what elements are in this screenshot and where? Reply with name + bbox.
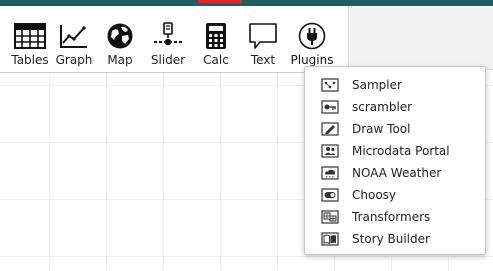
menu-item-noaa-weather[interactable]: NOAA Weather	[305, 162, 485, 184]
calculator-icon	[205, 22, 227, 50]
text-tool-label: Text	[250, 53, 276, 67]
story-builder-icon	[320, 232, 339, 247]
toolshelf-right-area	[350, 6, 493, 70]
plugins-icon	[298, 22, 326, 50]
menu-item-microdata-portal[interactable]: Microdata Portal	[305, 140, 485, 162]
menu-item-label: Story Builder	[352, 232, 430, 246]
menu-item-story-builder[interactable]: Story Builder	[305, 228, 485, 250]
app-top-accent	[198, 0, 242, 3]
map-tool-button[interactable]: Map	[96, 22, 144, 67]
text-icon	[248, 22, 278, 50]
scrambler-icon	[320, 100, 339, 115]
text-tool-button[interactable]: Text	[240, 22, 286, 67]
toolshelf: Tables Graph Map Slider Calc Text Plugin…	[0, 6, 349, 73]
plugins-menu: Sampler scrambler Draw Tool Microdata Po…	[304, 66, 486, 255]
slider-icon	[153, 22, 183, 50]
calc-tool-label: Calc	[203, 53, 229, 67]
graph-tool-button[interactable]: Graph	[52, 22, 96, 67]
calc-tool-button[interactable]: Calc	[192, 22, 240, 67]
tables-tool-button[interactable]: Tables	[8, 22, 52, 67]
menu-item-scrambler[interactable]: scrambler	[305, 96, 485, 118]
menu-item-label: Transformers	[352, 210, 431, 224]
menu-item-draw-tool[interactable]: Draw Tool	[305, 118, 485, 140]
tables-icon	[14, 22, 46, 50]
menu-item-label: Microdata Portal	[352, 144, 450, 158]
plugins-tool-label: Plugins	[290, 53, 334, 67]
menu-item-label: Choosy	[352, 188, 397, 202]
noaa-weather-icon	[320, 166, 339, 181]
tables-tool-label: Tables	[11, 53, 49, 67]
sampler-icon	[320, 78, 339, 93]
menu-item-sampler[interactable]: Sampler	[305, 74, 485, 96]
slider-tool-label: Slider	[150, 53, 186, 67]
microdata-portal-icon	[320, 144, 339, 159]
map-tool-label: Map	[107, 53, 133, 67]
map-icon	[106, 22, 134, 50]
menu-item-transformers[interactable]: Transformers	[305, 206, 485, 228]
menu-item-label: scrambler	[352, 100, 413, 114]
menu-item-label: Sampler	[352, 78, 402, 92]
menu-item-label: NOAA Weather	[352, 166, 442, 180]
plugins-tool-button[interactable]: Plugins	[286, 22, 338, 67]
choosy-icon	[320, 188, 339, 203]
graph-tool-label: Graph	[55, 53, 93, 67]
slider-tool-button[interactable]: Slider	[144, 22, 192, 67]
graph-icon	[59, 22, 89, 50]
menu-item-choosy[interactable]: Choosy	[305, 184, 485, 206]
transformers-icon	[320, 210, 339, 225]
draw-tool-icon	[320, 122, 339, 137]
menu-item-label: Draw Tool	[352, 122, 411, 136]
